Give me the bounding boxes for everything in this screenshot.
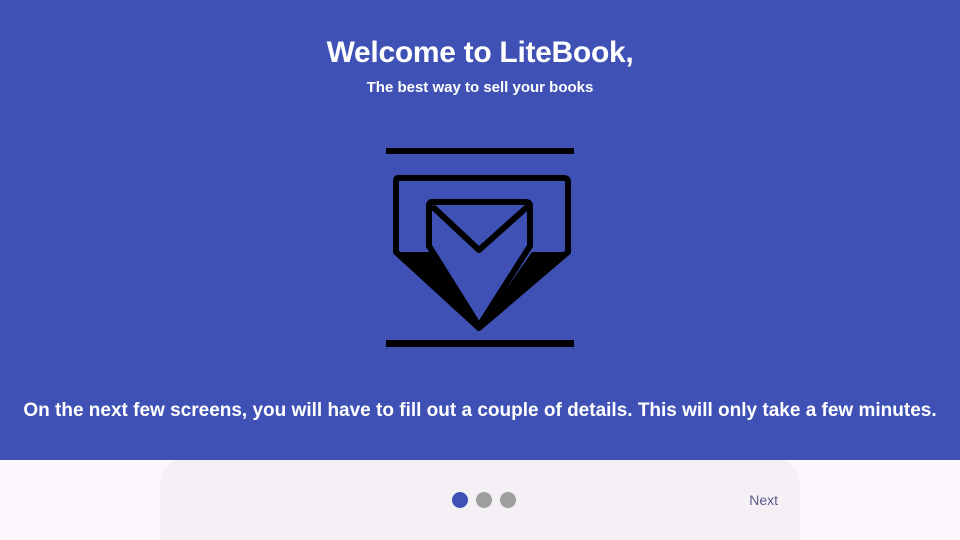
illustration-top-bar	[386, 148, 574, 154]
page-dot-1[interactable]	[452, 492, 468, 508]
welcome-description: On the next few screens, you will have t…	[23, 400, 937, 421]
next-button[interactable]: Next	[747, 488, 780, 512]
welcome-subtitle: The best way to sell your books	[366, 79, 594, 96]
page-indicator	[452, 492, 516, 508]
onboarding-screen: Welcome to LiteBook, The best way to sel…	[0, 0, 960, 540]
illustration-bottom-bar	[386, 340, 574, 347]
welcome-panel: Welcome to LiteBook, The best way to sel…	[0, 0, 960, 460]
page-dot-2[interactable]	[476, 492, 492, 508]
welcome-title: Welcome to LiteBook,	[326, 36, 634, 69]
page-dot-3[interactable]	[500, 492, 516, 508]
pager-bar: Next	[160, 460, 800, 540]
mail-inbox-icon	[386, 148, 574, 347]
